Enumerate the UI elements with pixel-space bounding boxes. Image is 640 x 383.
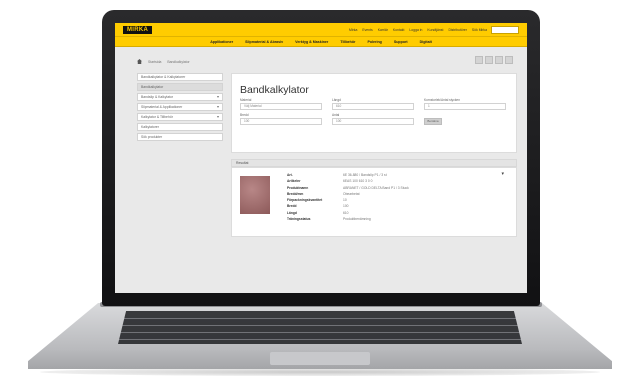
nav-item[interactable]: Slipmaterial & Abrasiv — [245, 40, 283, 44]
laptop-keyboard — [118, 311, 522, 344]
top-link[interactable]: Sök Mirka — [472, 26, 487, 34]
nav-item[interactable]: Tillbehör — [340, 40, 355, 44]
bookmark-icon[interactable] — [505, 56, 513, 64]
top-link[interactable]: Distributörer — [448, 26, 466, 34]
sidebar-item-active[interactable]: Bandkalkylator — [137, 83, 223, 91]
sidebar-item[interactable]: Sök produkter — [137, 133, 223, 141]
sidebar-item[interactable]: Kalkylatorer — [137, 123, 223, 131]
top-link[interactable]: Logga in — [409, 26, 422, 34]
breadcrumb-item: Bandkalkylator — [167, 59, 190, 64]
top-link[interactable]: Events — [362, 26, 372, 34]
site-header: MIRKA Mirka Events Karriär Kontakt Logga… — [115, 23, 527, 37]
laptop-shadow — [40, 368, 600, 376]
keyboard-row — [118, 318, 522, 319]
result-panel: ▾ Art. 6E 36-880 / Bandslip P1 / 3 st Art… — [231, 167, 517, 237]
main-nav: Applikationer Slipmaterial & Abrasiv Ver… — [115, 37, 527, 47]
page-tools — [475, 56, 513, 64]
top-link[interactable]: Kontakt — [393, 26, 405, 34]
sidebar-item-label: Sök produkter — [141, 135, 163, 139]
chevron-down-icon[interactable]: ▾ — [217, 114, 219, 120]
top-link[interactable]: Karriär — [378, 26, 388, 34]
length-field[interactable]: 610 — [332, 103, 414, 110]
laptop-screen: MIRKA Mirka Events Karriär Kontakt Logga… — [115, 23, 527, 293]
chevron-down-icon[interactable]: ▾ — [501, 171, 504, 177]
antal-label: Antal — [332, 113, 340, 117]
share-icon[interactable] — [475, 56, 483, 64]
width-label: Bredd — [240, 113, 249, 117]
keyboard-row — [118, 325, 522, 326]
keyboard-row — [118, 339, 522, 340]
breadcrumb-item[interactable]: Startsida — [148, 60, 161, 64]
result-value: Produktbenämning — [343, 217, 371, 222]
sidebar-item[interactable]: Kalkylator & Tillbehör ▾ — [137, 113, 223, 121]
kornstorlek-field[interactable]: 1 — [424, 103, 506, 110]
result-row: Träningsstatus Produktbenämning — [287, 216, 409, 222]
sidebar-item[interactable]: Bandslip & Kalkylator ▾ — [137, 93, 223, 101]
length-label: Längd — [332, 98, 341, 102]
nav-item[interactable]: Support — [394, 40, 408, 44]
mail-icon[interactable] — [495, 56, 503, 64]
calculate-button[interactable]: Beräkna — [424, 118, 442, 125]
top-link[interactable]: Kundtjänst — [427, 26, 443, 34]
page-title: Bandkalkylator — [240, 84, 309, 96]
chevron-down-icon[interactable]: ▾ — [217, 104, 219, 110]
antal-field[interactable]: 100 — [332, 118, 414, 125]
sidebar-item-label: Bandkalkylator — [141, 85, 164, 89]
nav-item[interactable]: Applikationer — [210, 40, 233, 44]
top-links: Mirka Events Karriär Kontakt Logga in Ku… — [349, 26, 487, 34]
home-icon[interactable] — [137, 59, 142, 64]
result-list: Art. 6E 36-880 / Bandslip P1 / 3 st Artik… — [287, 172, 409, 222]
material-label: Material — [240, 98, 252, 102]
chevron-down-icon[interactable]: ▾ — [217, 94, 219, 100]
product-image — [240, 176, 270, 214]
nav-item[interactable]: Verktyg & Maskiner — [295, 40, 328, 44]
nav-item[interactable]: Digitalt — [420, 40, 432, 44]
sidebar-item-label: Slipmaterial & Applikationer — [141, 105, 183, 109]
keyboard-row — [118, 332, 522, 333]
result-heading: Resultat — [231, 159, 517, 167]
sidebar-item-label: Bandslip & Kalkylator — [141, 95, 174, 99]
calculator-panel: Bandkalkylator Material Välj Material Lä… — [231, 73, 517, 153]
sidebar-item-label: Kalkylator & Tillbehör — [141, 115, 173, 119]
nav-item[interactable]: Polering — [367, 40, 381, 44]
sidebar-item[interactable]: Bandkalkylator & Kalkylatorer — [137, 73, 223, 81]
result-key: Träningsstatus — [287, 217, 311, 222]
top-link[interactable]: Mirka — [349, 26, 357, 34]
print-icon[interactable] — [485, 56, 493, 64]
width-field[interactable]: 100 — [240, 118, 322, 125]
brand-logo[interactable]: MIRKA — [123, 26, 153, 34]
sidebar-item[interactable]: Slipmaterial & Applikationer ▾ — [137, 103, 223, 111]
kornstorlek-label: Kornstorlek/Antal stycken — [424, 98, 460, 102]
laptop-mockup: MIRKA Mirka Events Karriär Kontakt Logga… — [0, 0, 640, 383]
sidebar: Bandkalkylator & Kalkylatorer Bandkalkyl… — [137, 73, 223, 143]
search-input[interactable] — [491, 26, 519, 34]
material-select[interactable]: Välj Material — [240, 103, 322, 110]
sidebar-item-label: Kalkylatorer — [141, 125, 159, 129]
sidebar-item-label: Bandkalkylator & Kalkylatorer — [141, 75, 186, 79]
breadcrumb: Startsida Bandkalkylator — [137, 59, 190, 64]
laptop-trackpad — [270, 352, 370, 365]
